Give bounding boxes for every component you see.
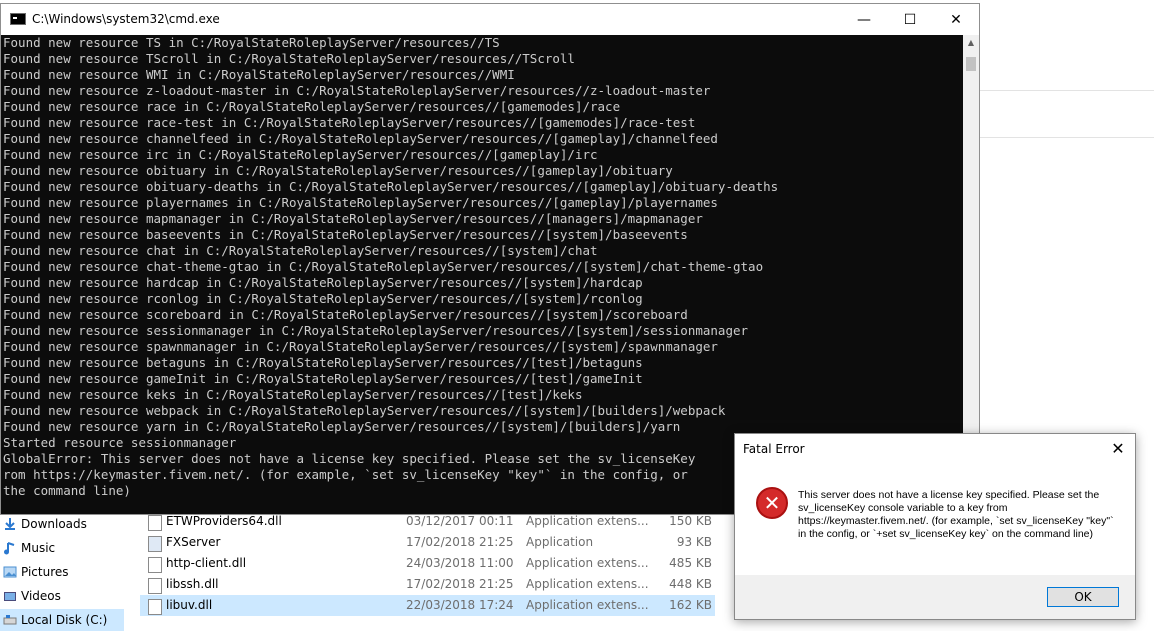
minimize-button[interactable]: — (841, 4, 887, 35)
nav-item-label: Pictures (21, 565, 69, 579)
file-size: 150 KB (669, 514, 712, 528)
scrollbar-thumb[interactable] (966, 57, 976, 71)
file-date: 22/03/2018 17:24 (406, 598, 514, 612)
nav-item-label: Music (21, 541, 56, 555)
nav-item-downloads[interactable]: Downloads (0, 513, 124, 535)
file-date: 03/12/2017 00:11 (406, 514, 514, 528)
console-line: Found new resource scoreboard in C:/Roya… (3, 307, 688, 322)
dialog-footer: OK (735, 575, 1135, 619)
nav-item-local-disk[interactable]: Local Disk (C:) (0, 609, 124, 631)
dialog-message: This server does not have a license key … (798, 489, 1114, 540)
nav-item-label: Videos (21, 589, 61, 603)
console-line: Found new resource channelfeed in C:/Roy… (3, 131, 718, 146)
file-size: 448 KB (669, 577, 712, 591)
console-line: Found new resource webpack in C:/RoyalSt… (3, 403, 726, 418)
music-icon (3, 541, 17, 555)
console-line: Found new resource baseevents in C:/Roya… (3, 227, 688, 242)
file-size: 162 KB (669, 598, 712, 612)
file-name: http-client.dll (166, 556, 247, 570)
file-name: ETWProviders64.dll (166, 514, 282, 528)
console-line: Found new resource gameInit in C:/RoyalS… (3, 371, 643, 386)
navigation-pane: Downloads Music Pictures Videos Local Di… (0, 510, 124, 631)
console-line: Found new resource betaguns in C:/RoyalS… (3, 355, 643, 370)
console-line: Found new resource keks in C:/RoyalState… (3, 387, 583, 402)
console-line: Found new resource irc in C:/RoyalStateR… (3, 147, 598, 162)
cmd-app-icon[interactable] (10, 13, 26, 25)
file-size: 485 KB (669, 556, 712, 570)
file-type: Application extens... (526, 556, 649, 570)
file-row[interactable]: libuv.dll 22/03/2018 17:24 Application e… (140, 595, 715, 616)
dll-file-icon (148, 599, 162, 615)
file-date: 17/02/2018 21:25 (406, 577, 514, 591)
file-name: libuv.dll (166, 598, 213, 612)
ok-button[interactable]: OK (1047, 587, 1119, 607)
console-line: Found new resource sessionmanager in C:/… (3, 323, 749, 338)
download-icon (3, 517, 17, 531)
console-line: Found new resource z-loadout-master in C… (3, 83, 711, 98)
pictures-icon (3, 565, 17, 579)
console-line: Found new resource obituary-deaths in C:… (3, 179, 779, 194)
divider (980, 90, 1154, 91)
nav-item-label: Downloads (21, 517, 87, 531)
cmd-titlebar[interactable]: C:\Windows\system32\cmd.exe — ☐ ✕ (1, 4, 979, 35)
videos-icon (3, 589, 17, 603)
file-row[interactable]: http-client.dll 24/03/2018 11:00 Applica… (140, 553, 715, 574)
file-type: Application extens... (526, 598, 649, 612)
console-line: Found new resource playernames in C:/Roy… (3, 195, 718, 210)
maximize-button[interactable]: ☐ (887, 4, 933, 35)
file-type: Application extens... (526, 577, 649, 591)
dll-file-icon (148, 578, 162, 594)
error-icon: ✕ (756, 487, 788, 519)
drive-icon (3, 613, 17, 627)
fatal-error-dialog: Fatal Error ✕ ✕ This server does not hav… (734, 433, 1136, 620)
divider (980, 137, 1154, 138)
window-title: C:\Windows\system32\cmd.exe (32, 12, 220, 26)
file-date: 24/03/2018 11:00 (406, 556, 514, 570)
application-icon (148, 536, 162, 552)
file-type: Application (526, 535, 594, 549)
file-list: ETWProviders64.dll 03/12/2017 00:11 Appl… (140, 510, 720, 624)
file-name: libssh.dll (166, 577, 219, 591)
console-line: Found new resource chat-theme-gtao in C:… (3, 259, 764, 274)
file-row[interactable]: FXServer 17/02/2018 21:25 Application 93… (140, 532, 715, 553)
console-line: Found new resource race in C:/RoyalState… (3, 99, 621, 114)
file-date: 17/02/2018 21:25 (406, 535, 514, 549)
console-line: Found new resource WMI in C:/RoyalStateR… (3, 67, 515, 82)
nav-item-music[interactable]: Music (0, 537, 124, 559)
console-line: Found new resource obituary in C:/RoyalS… (3, 163, 673, 178)
console-line: Found new resource race-test in C:/Royal… (3, 115, 696, 130)
file-size: 93 KB (676, 535, 712, 549)
file-type: Application extens... (526, 514, 649, 528)
dialog-close-button[interactable]: ✕ (1107, 438, 1129, 460)
dll-file-icon (148, 557, 162, 573)
dll-file-icon (148, 515, 162, 531)
nav-item-label: Local Disk (C:) (21, 613, 108, 627)
file-row[interactable]: libssh.dll 17/02/2018 21:25 Application … (140, 574, 715, 595)
console-line: Found new resource hardcap in C:/RoyalSt… (3, 275, 643, 290)
file-name: FXServer (166, 535, 221, 549)
console-line: Found new resource spawnmanager in C:/Ro… (3, 339, 718, 354)
nav-item-videos[interactable]: Videos (0, 585, 124, 607)
nav-item-pictures[interactable]: Pictures (0, 561, 124, 583)
console-line: Found new resource rconlog in C:/RoyalSt… (3, 291, 643, 306)
console-line: Found new resource chat in C:/RoyalState… (3, 243, 598, 258)
dialog-title: Fatal Error (743, 442, 805, 456)
scroll-up-icon[interactable]: ▲ (963, 35, 979, 51)
console-line: Found new resource TS in C:/RoyalStateRo… (3, 35, 500, 50)
console-line: Found new resource TScroll in C:/RoyalSt… (3, 51, 575, 66)
console-line: Found new resource mapmanager in C:/Roya… (3, 211, 703, 226)
close-button[interactable]: ✕ (933, 4, 979, 35)
